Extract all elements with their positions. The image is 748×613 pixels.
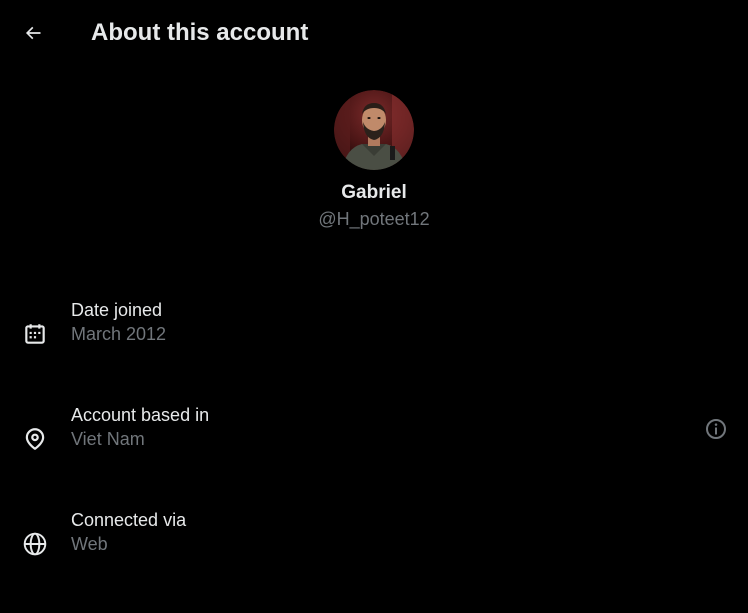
location-pin-icon bbox=[25, 428, 45, 451]
header: About this account bbox=[0, 0, 748, 66]
calendar-icon bbox=[25, 324, 45, 344]
arrow-left-icon bbox=[25, 26, 41, 40]
date-joined-label: Date joined bbox=[71, 300, 163, 320]
account-location-info-button[interactable] bbox=[702, 415, 730, 443]
info-circle-icon bbox=[706, 419, 726, 439]
avatar[interactable] bbox=[334, 90, 414, 170]
globe-icon bbox=[23, 532, 47, 556]
account-based-in-value: Viet Nam bbox=[71, 429, 145, 449]
connected-via-value: Web bbox=[71, 534, 108, 554]
date-joined-row: Date joined March 2012 bbox=[0, 298, 748, 370]
profile-handle: @H_poteet12 bbox=[318, 209, 430, 229]
date-joined-value: March 2012 bbox=[71, 324, 167, 344]
account-based-in-label: Account based in bbox=[71, 405, 210, 425]
profile-name: Gabriel bbox=[341, 182, 407, 203]
connected-via-label: Connected via bbox=[71, 510, 187, 530]
page-title: About this account bbox=[91, 19, 309, 46]
profile-section: Gabriel @H_poteet12 bbox=[0, 90, 748, 230]
account-based-in-row: Account based in Viet Nam bbox=[0, 403, 748, 475]
connected-via-row: Connected via Web bbox=[0, 508, 748, 580]
back-button[interactable] bbox=[15, 15, 51, 51]
